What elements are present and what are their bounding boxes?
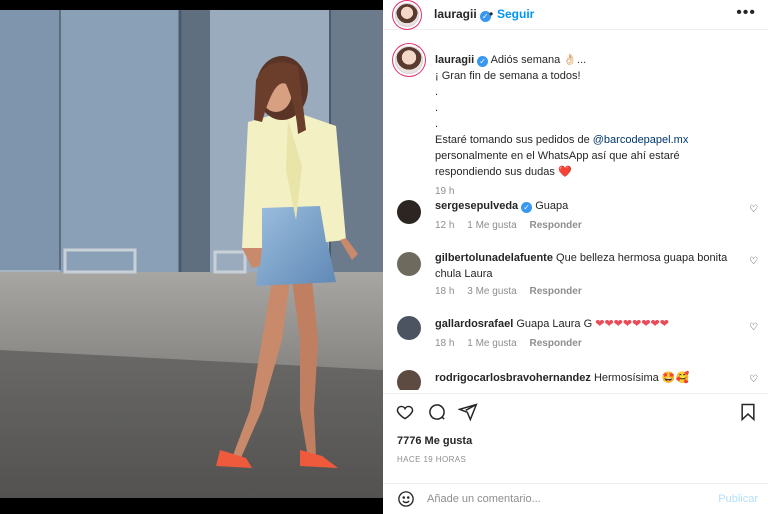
- actions-divider: [383, 393, 768, 394]
- save-bookmark-icon[interactable]: [738, 402, 758, 422]
- comment-input[interactable]: [427, 490, 697, 508]
- caption-mention-link[interactable]: @barcodepapel.mx: [593, 134, 689, 146]
- heart-outline-icon[interactable]: ♡: [749, 256, 758, 267]
- comment-time[interactable]: 18 h: [435, 338, 454, 349]
- commenter-avatar[interactable]: [397, 316, 421, 340]
- caption-username[interactable]: lauragii: [435, 54, 474, 66]
- comment-text: gilbertolunadelafuente Que belleza hermo…: [435, 250, 735, 282]
- comment-body: Hermosísima 🤩🥰: [593, 372, 690, 384]
- comment-like-count[interactable]: 1 Me gusta: [467, 338, 516, 349]
- caption-line-2: ¡ Gran fin de semana a todos!: [435, 70, 581, 82]
- post-image: [0, 10, 383, 498]
- post-actions-bar: [383, 400, 768, 426]
- reply-button[interactable]: Responder: [530, 286, 582, 297]
- caption-dot-1: .: [435, 86, 439, 98]
- commenter-username[interactable]: rodrigocarlosbravohernandez: [435, 372, 591, 384]
- comment-time[interactable]: 12 h: [435, 220, 454, 231]
- comment-like-count[interactable]: 1 Me gusta: [467, 220, 516, 231]
- header-separator: •: [489, 7, 494, 21]
- caption-line-1: Adiós semana 👌🏻...: [490, 54, 587, 66]
- post-photo[interactable]: [0, 10, 383, 498]
- commenter-avatar[interactable]: [397, 252, 421, 276]
- post-caption: lauragii ✓ Adiós semana 👌🏻... ¡ Gran fin …: [435, 52, 735, 200]
- comments-scroll-area[interactable]: lauragii ✓ Adiós semana 👌🏻... ¡ Gran fin …: [383, 38, 768, 390]
- caption-dot-3: .: [435, 118, 439, 130]
- comment-meta: 12 h 1 Me gusta Responder: [435, 220, 592, 231]
- comment-bubble-icon[interactable]: [427, 402, 447, 422]
- post-header: lauragii ✓ • Seguir •••: [383, 0, 768, 30]
- reply-button[interactable]: Responder: [530, 220, 582, 231]
- comment-text: sergesepulveda ✓ Guapa: [435, 198, 735, 214]
- caption-heart-emoji: ❤️: [557, 166, 572, 178]
- caption-author-avatar[interactable]: [395, 46, 423, 74]
- commenter-avatar[interactable]: [397, 200, 421, 224]
- instagram-post-modal: lauragii ✓ • Seguir ••• lauragii ✓ Adiós s…: [0, 0, 768, 514]
- comment-meta: 18 h 3 Me gusta Responder: [435, 286, 592, 297]
- caption-dot-2: .: [435, 102, 439, 114]
- follow-button[interactable]: Seguir: [497, 7, 534, 21]
- comment-like-count[interactable]: 3 Me gusta: [467, 286, 516, 297]
- comment-hearts-emoji: ❤❤❤❤❤❤❤❤: [595, 318, 669, 330]
- commenter-username[interactable]: gallardosrafael: [435, 318, 513, 330]
- caption-body: Estaré tomando sus pedidos de @barcodepa…: [435, 132, 735, 180]
- comment-body: Guapa Laura G: [516, 318, 593, 330]
- author-username[interactable]: lauragii ✓: [434, 7, 491, 22]
- add-comment-bar: Publicar: [383, 483, 768, 514]
- heart-outline-icon[interactable]: ♡: [749, 322, 758, 333]
- comment-text: rodrigocarlosbravohernandez Hermosísima …: [435, 370, 735, 386]
- verified-badge-icon: ✓: [477, 56, 489, 67]
- comment-text: gallardosrafael Guapa Laura G ❤❤❤❤❤❤❤❤: [435, 316, 735, 332]
- likes-count[interactable]: 7776 Me gusta: [397, 435, 472, 447]
- author-avatar[interactable]: [395, 3, 419, 27]
- comment-body: Guapa: [535, 200, 569, 212]
- commenter-username[interactable]: sergesepulveda: [435, 200, 518, 212]
- comment-time[interactable]: 18 h: [435, 286, 454, 297]
- like-heart-icon[interactable]: [395, 402, 415, 422]
- verified-badge-icon: ✓: [521, 202, 533, 213]
- post-details-panel: lauragii ✓ • Seguir ••• lauragii ✓ Adiós s…: [383, 0, 768, 514]
- emoji-icon[interactable]: [397, 490, 415, 508]
- commenter-username[interactable]: gilbertolunadelafuente: [435, 252, 553, 264]
- heart-outline-icon[interactable]: ♡: [749, 374, 758, 385]
- heart-outline-icon[interactable]: ♡: [749, 204, 758, 215]
- post-comment-button[interactable]: Publicar: [718, 493, 758, 505]
- commenter-avatar[interactable]: [397, 370, 421, 390]
- caption-text-before-mention: Estaré tomando sus pedidos de: [435, 134, 593, 146]
- more-horizontal-icon[interactable]: •••: [736, 4, 756, 22]
- comment-meta: 18 h 1 Me gusta Responder: [435, 338, 592, 349]
- author-username-text[interactable]: lauragii: [434, 7, 477, 21]
- posted-time[interactable]: HACE 19 HORAS: [397, 455, 466, 464]
- share-send-icon[interactable]: [458, 402, 478, 422]
- reply-button[interactable]: Responder: [530, 338, 582, 349]
